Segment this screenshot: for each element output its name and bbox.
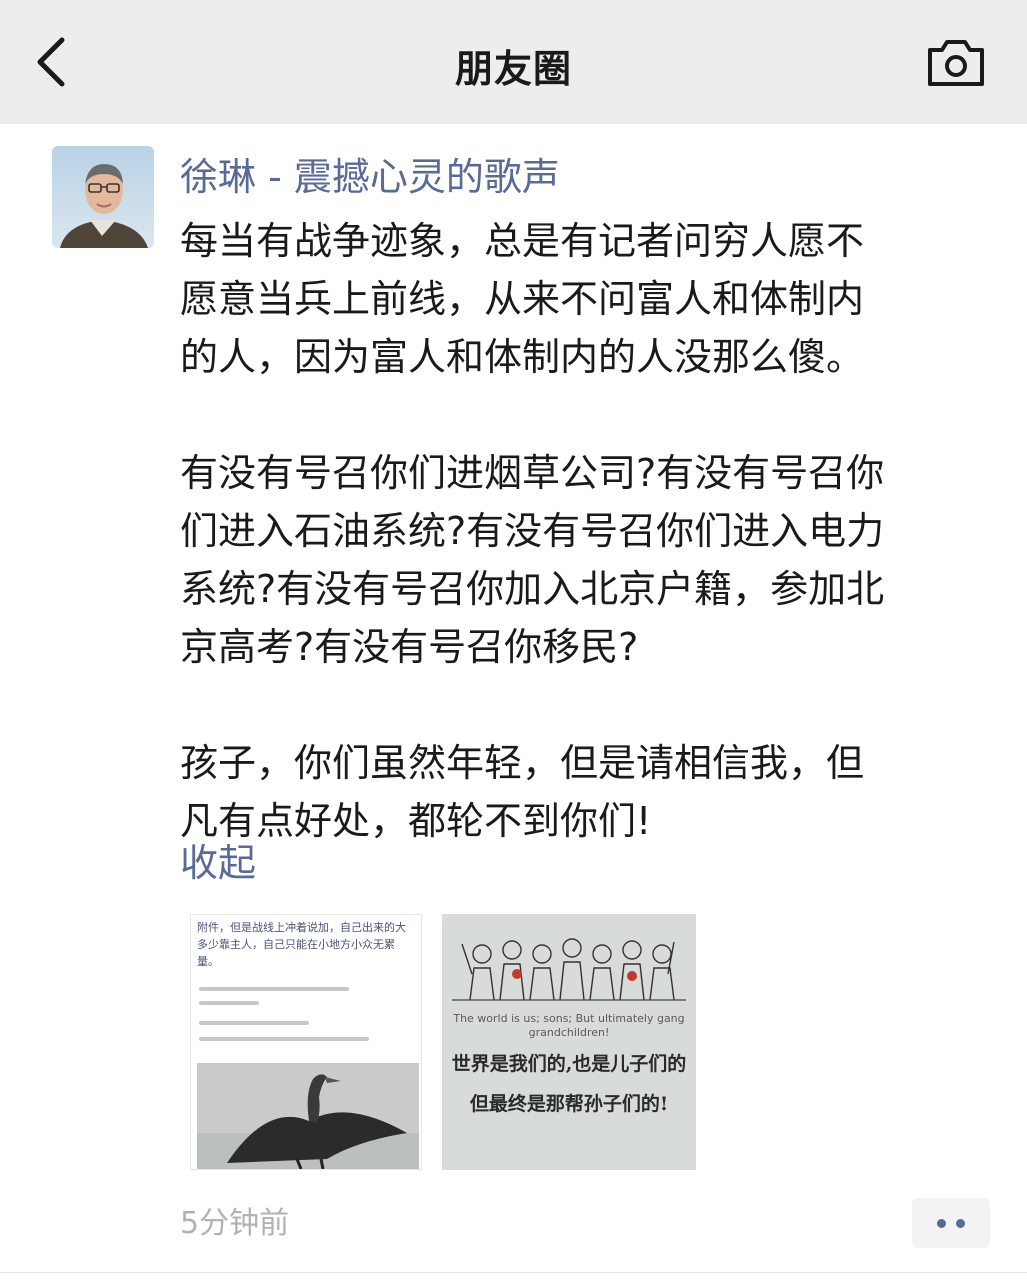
post-paragraph: 孩子，你们虽然年轻，但是请相信我，但 凡有点好处，都轮不到你们! (180, 741, 865, 843)
camera-button[interactable] (924, 36, 988, 90)
more-dots-icon (937, 1219, 946, 1228)
cartoon-crowd (442, 914, 696, 1010)
post-image-2[interactable]: The world is us; sons; But ultimately ga… (442, 914, 696, 1170)
avatar-photo (52, 146, 154, 248)
more-actions-button[interactable] (912, 1198, 990, 1248)
image-text: 附件，但是战线上冲着说加，自己出来的大多少靠主人，自己只能在小地方小众无累量。 (197, 921, 406, 968)
avatar[interactable] (52, 146, 154, 248)
post-text: 每当有战争迹象，总是有记者问穷人愿不 愿意当兵上前线，从来不问富人和体制内 的人… (180, 212, 1002, 850)
caption-line: 世界是我们的,也是儿子们的 (451, 1053, 687, 1075)
divider (0, 1272, 1027, 1273)
image-caption-english: The world is us; sons; But ultimately ga… (453, 1012, 685, 1039)
image-caption-chinese: 世界是我们的,也是儿子们的 但最终是那帮孙子们的! (442, 1044, 696, 1124)
text-line-placeholder (199, 1021, 309, 1025)
more-dots-icon (956, 1219, 965, 1228)
post-paragraph: 有没有号召你们进烟草公司?有没有号召你 们进入石油系统?有没有号召你们进入电力 … (180, 451, 885, 669)
post-image-1[interactable]: 附件，但是战线上冲着说加，自己出来的大多少靠主人，自己只能在小地方小众无累量。 (190, 914, 422, 1170)
bird-photo (197, 1063, 419, 1169)
text-line-placeholder (199, 1001, 259, 1005)
post-timestamp: 5分钟前 (180, 1206, 290, 1241)
page-title: 朋友圈 (454, 47, 572, 91)
text-line-placeholder (199, 987, 349, 991)
caption-line: 但最终是那帮孙子们的! (469, 1093, 669, 1115)
top-navigation-bar: 朋友圈 (0, 0, 1027, 124)
post-paragraph: 每当有战争迹象，总是有记者问穷人愿不 愿意当兵上前线，从来不问富人和体制内 的人… (180, 219, 865, 379)
author-name[interactable]: 徐琳 - 震撼心灵的歌声 (180, 152, 560, 202)
text-line-placeholder (199, 1037, 369, 1041)
camera-icon (928, 40, 984, 86)
collapse-link[interactable]: 收起 (180, 836, 256, 890)
